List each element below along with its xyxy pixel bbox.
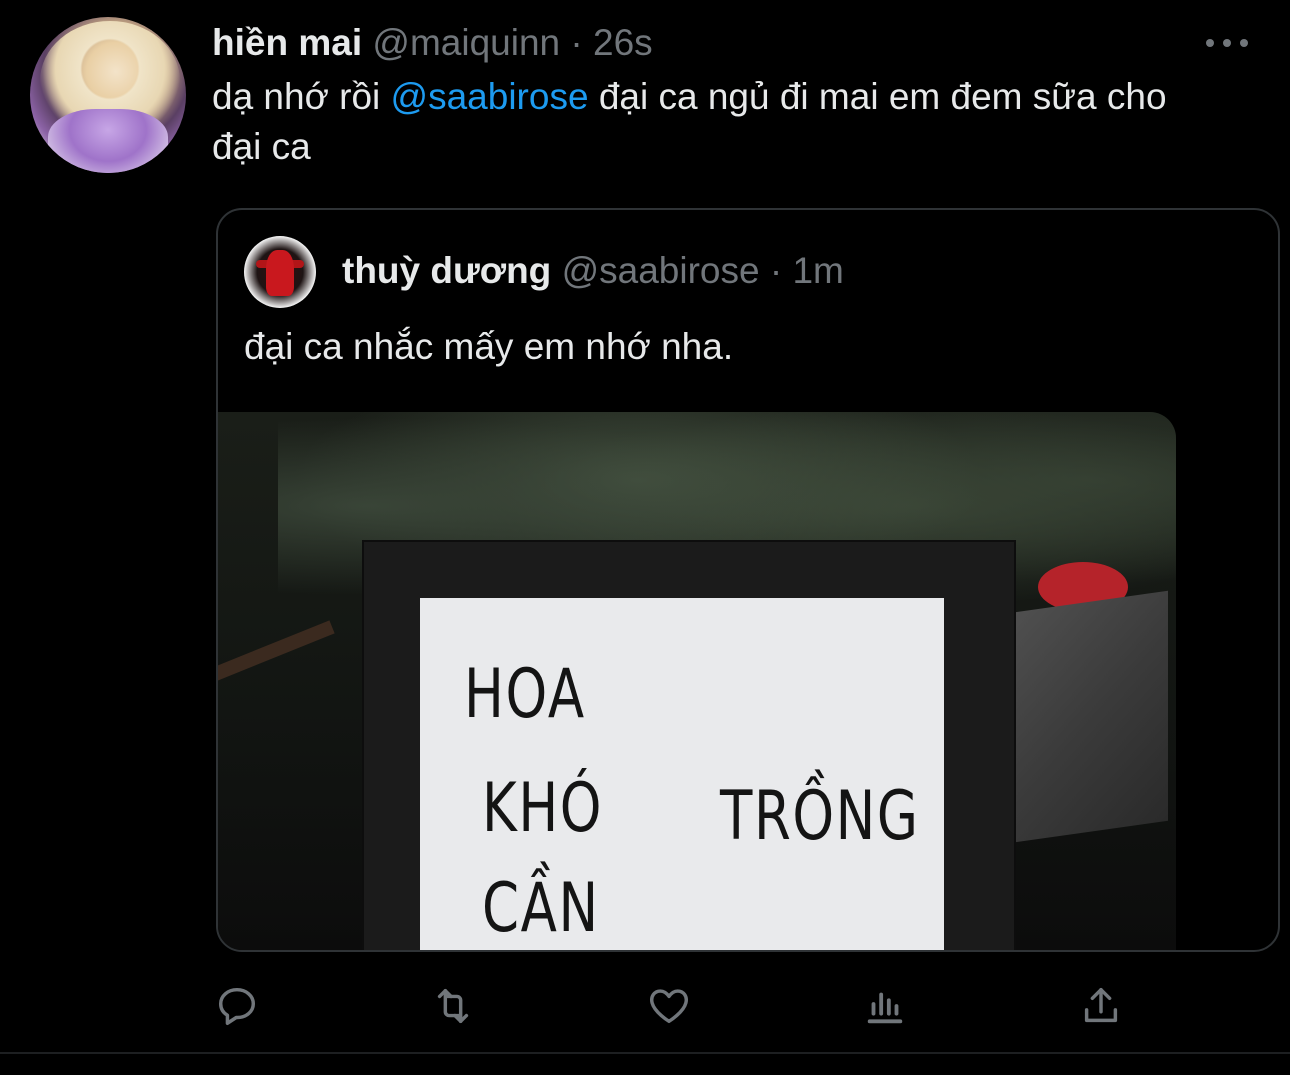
quote-header-separator: · [769, 250, 783, 291]
analytics-icon[interactable] [859, 980, 911, 1032]
tweet[interactable]: hiền mai @maiquinn · 26s dạ nhớ rồi @saa… [0, 0, 1290, 1075]
sign-word: CẦN [482, 869, 600, 948]
author-avatar[interactable] [30, 17, 186, 173]
photo-chair [218, 620, 358, 738]
quote-author-avatar[interactable] [244, 236, 316, 308]
action-bar [0, 980, 1290, 1040]
reply-icon[interactable] [211, 980, 263, 1032]
quote-photo[interactable]: HOA KHÓ TRỒNG CẦN [218, 412, 1176, 950]
quote-time[interactable]: 1m [792, 250, 843, 291]
tweet-text-before: dạ nhớ rồi [212, 76, 391, 117]
sign-word: HOA [464, 655, 586, 734]
photo-paper-sign: HOA KHÓ TRỒNG CẦN [420, 598, 944, 950]
retweet-icon[interactable] [427, 980, 479, 1032]
tweet-text: dạ nhớ rồi @saabirose đại ca ngủ đi mai … [212, 72, 1212, 172]
tweet-time[interactable]: 26s [593, 22, 653, 63]
more-dot [1206, 39, 1214, 47]
avatar-dress-shape [48, 109, 168, 173]
quote-author-name[interactable]: thuỳ dương [342, 250, 551, 291]
quote-text: đại ca nhắc mấy em nhớ nha. [244, 326, 734, 367]
more-dot [1240, 39, 1248, 47]
header-separator: · [570, 22, 583, 63]
author-name[interactable]: hiền mai [212, 22, 362, 63]
quoted-tweet-card[interactable]: thuỳ dương @saabirose · 1m đại ca nhắc m… [216, 208, 1280, 952]
mention-link[interactable]: @saabirose [391, 76, 589, 117]
quote-header: thuỳ dương @saabirose · 1m [342, 248, 844, 294]
sign-word: TRỒNG [720, 777, 920, 856]
photo-planter [1008, 590, 1168, 844]
more-dot [1223, 39, 1231, 47]
divider [0, 1052, 1290, 1054]
share-icon[interactable] [1075, 980, 1127, 1032]
quote-author-handle[interactable]: @saabirose [562, 250, 760, 291]
tweet-header: hiền mai @maiquinn · 26s [212, 20, 653, 66]
author-handle[interactable]: @maiquinn [372, 22, 560, 63]
avatar-figure [266, 250, 294, 296]
heart-icon[interactable] [643, 980, 695, 1032]
more-horizontal-icon[interactable] [1206, 34, 1248, 52]
sign-word: KHÓ [482, 769, 604, 848]
